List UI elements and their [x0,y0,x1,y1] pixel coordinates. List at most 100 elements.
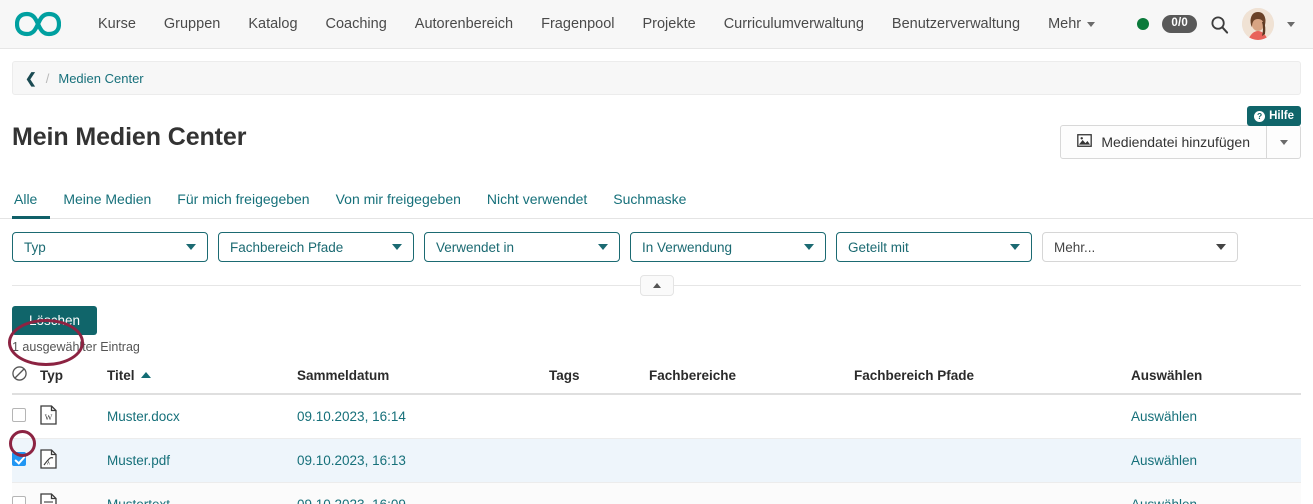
row-select-link[interactable]: Auswählen [1131,394,1301,439]
tab-alle[interactable]: Alle [12,185,50,219]
filter-typ[interactable]: Typ [12,232,208,262]
chevron-down-icon [392,244,402,250]
header-titel-label: Titel [107,368,135,383]
header-titel[interactable]: Titel [107,362,297,394]
nav-item-katalog[interactable]: Katalog [234,10,311,38]
bulk-action-area: Löschen 1 ausgewählter Eintrag [0,295,1313,354]
infinity-logo[interactable] [14,9,62,39]
tab-von-mir-freigegeben[interactable]: Von mir freigegeben [323,185,474,219]
row-title[interactable]: Muster.docx [107,394,297,439]
table-body: W Muster.docx 09.10.2023, 16:14 Auswähle… [12,394,1301,504]
nav-item-gruppen[interactable]: Gruppen [150,10,234,38]
row-checkbox-cell[interactable] [12,394,40,439]
row-select-link[interactable]: Auswählen [1131,439,1301,483]
row-type-cell [40,483,107,504]
chevron-up-icon [653,283,661,288]
header-sammeldatum[interactable]: Sammeldatum [297,362,549,394]
breadcrumb-item-medien-center[interactable]: Medien Center [58,71,143,86]
filter-verwendet-in-label: Verwendet in [436,240,514,255]
nav-item-benutzerverwaltung[interactable]: Benutzerverwaltung [878,10,1034,38]
notification-count-badge[interactable]: 0/0 [1162,15,1197,33]
add-media-split-button: Mediendatei hinzufügen [1060,125,1301,159]
pdf-document-icon: λ [40,449,57,472]
tab-fuer-mich-freigegeben[interactable]: Für mich freigegeben [164,185,322,219]
add-media-dropdown-toggle[interactable] [1267,125,1301,159]
table-header-row: Typ Titel Sammeldatum Tags Fachbereiche … [12,362,1301,394]
image-icon [1077,134,1092,150]
row-tags [549,483,649,504]
row-date: 09.10.2023, 16:14 [297,394,549,439]
filter-verwendet-in[interactable]: Verwendet in [424,232,620,262]
row-type-cell: λ [40,439,107,483]
help-button[interactable]: ? Hilfe [1247,106,1301,126]
filter-mehr[interactable]: Mehr... [1042,232,1238,262]
nav-item-curriculumverwaltung[interactable]: Curriculumverwaltung [710,10,878,38]
nav-item-kurse[interactable]: Kurse [84,10,150,38]
row-select-link[interactable]: Auswählen [1131,483,1301,504]
row-checkbox[interactable] [12,496,26,504]
row-checkbox[interactable] [12,408,26,422]
delete-button[interactable]: Löschen [12,306,97,335]
row-type-cell: W [40,394,107,439]
tab-suchmaske[interactable]: Suchmaske [600,185,699,219]
breadcrumb: ❮ / Medien Center [12,61,1301,95]
row-checkbox[interactable] [12,452,26,466]
row-checkbox-cell[interactable] [12,483,40,504]
search-icon[interactable] [1210,15,1229,34]
nav-item-autorenbereich[interactable]: Autorenbereich [401,10,527,38]
sort-ascending-icon [141,372,151,378]
add-media-label: Mediendatei hinzufügen [1101,134,1250,150]
selection-count-label: 1 ausgewählter Eintrag [12,340,1301,354]
table-row[interactable]: λ Muster.pdf 09.10.2023, 16:13 Auswählen [12,439,1301,483]
avatar[interactable] [1242,8,1274,40]
nav-item-projekte[interactable]: Projekte [628,10,709,38]
row-date: 09.10.2023, 16:13 [297,439,549,483]
nav-item-mehr[interactable]: Mehr [1034,10,1109,38]
row-fachbereich-pfade [854,483,1131,504]
chevron-down-icon [186,244,196,250]
top-navbar: Kurse Gruppen Katalog Coaching Autorenbe… [0,0,1313,49]
row-date: 09.10.2023, 16:09 [297,483,549,504]
row-fachbereich-pfade [854,394,1131,439]
breadcrumb-separator: / [46,71,50,86]
table-header: Typ Titel Sammeldatum Tags Fachbereiche … [12,362,1301,394]
filter-bar: Typ Fachbereich Pfade Verwendet in In Ve… [0,219,1313,262]
collapse-filters-button[interactable] [640,275,674,296]
filter-fachbereich-pfade[interactable]: Fachbereich Pfade [218,232,414,262]
chevron-down-icon [804,244,814,250]
add-media-button[interactable]: Mediendatei hinzufügen [1060,125,1267,159]
tab-nicht-verwendet[interactable]: Nicht verwendet [474,185,600,219]
tab-meine-medien[interactable]: Meine Medien [50,185,164,219]
no-entry-icon [12,366,27,384]
table-row[interactable]: W Muster.docx 09.10.2023, 16:14 Auswähle… [12,394,1301,439]
filter-mehr-label: Mehr... [1054,240,1095,255]
header-fachbereiche[interactable]: Fachbereiche [649,362,854,394]
text-document-icon [40,493,57,504]
header-auswaehlen[interactable]: Auswählen [1131,362,1301,394]
chevron-left-icon[interactable]: ❮ [25,71,37,85]
row-title[interactable]: Muster.pdf [107,439,297,483]
page-header: Mein Medien Center Mediendatei hinzufüge… [0,95,1313,159]
row-title[interactable]: Mustertext [107,483,297,504]
filter-geteilt-mit[interactable]: Geteilt mit [836,232,1032,262]
filter-in-verwendung[interactable]: In Verwendung [630,232,826,262]
header-typ[interactable]: Typ [40,362,107,394]
filter-geteilt-mit-label: Geteilt mit [848,240,909,255]
header-fachbereich-pfade[interactable]: Fachbereich Pfade [854,362,1131,394]
user-menu-chevron-down-icon[interactable] [1287,22,1295,27]
header-select-all[interactable] [12,362,40,394]
nav-item-coaching[interactable]: Coaching [312,10,401,38]
page-header-actions: Mediendatei hinzufügen [1060,123,1301,159]
header-tags[interactable]: Tags [549,362,649,394]
nav-more-label: Mehr [1048,16,1081,32]
row-checkbox-cell[interactable] [12,439,40,483]
page-title: Mein Medien Center [12,123,246,152]
nav-item-fragenpool[interactable]: Fragenpool [527,10,628,38]
filter-fachbereich-pfade-label: Fachbereich Pfade [230,240,343,255]
navbar-right-cluster: 0/0 [1137,8,1299,40]
chevron-down-icon [598,244,608,250]
help-label: Hilfe [1269,110,1294,122]
tab-bar: Alle Meine Medien Für mich freigegeben V… [0,185,1313,219]
row-fachbereich-pfade [854,439,1131,483]
table-row[interactable]: Mustertext 09.10.2023, 16:09 Auswählen [12,483,1301,504]
